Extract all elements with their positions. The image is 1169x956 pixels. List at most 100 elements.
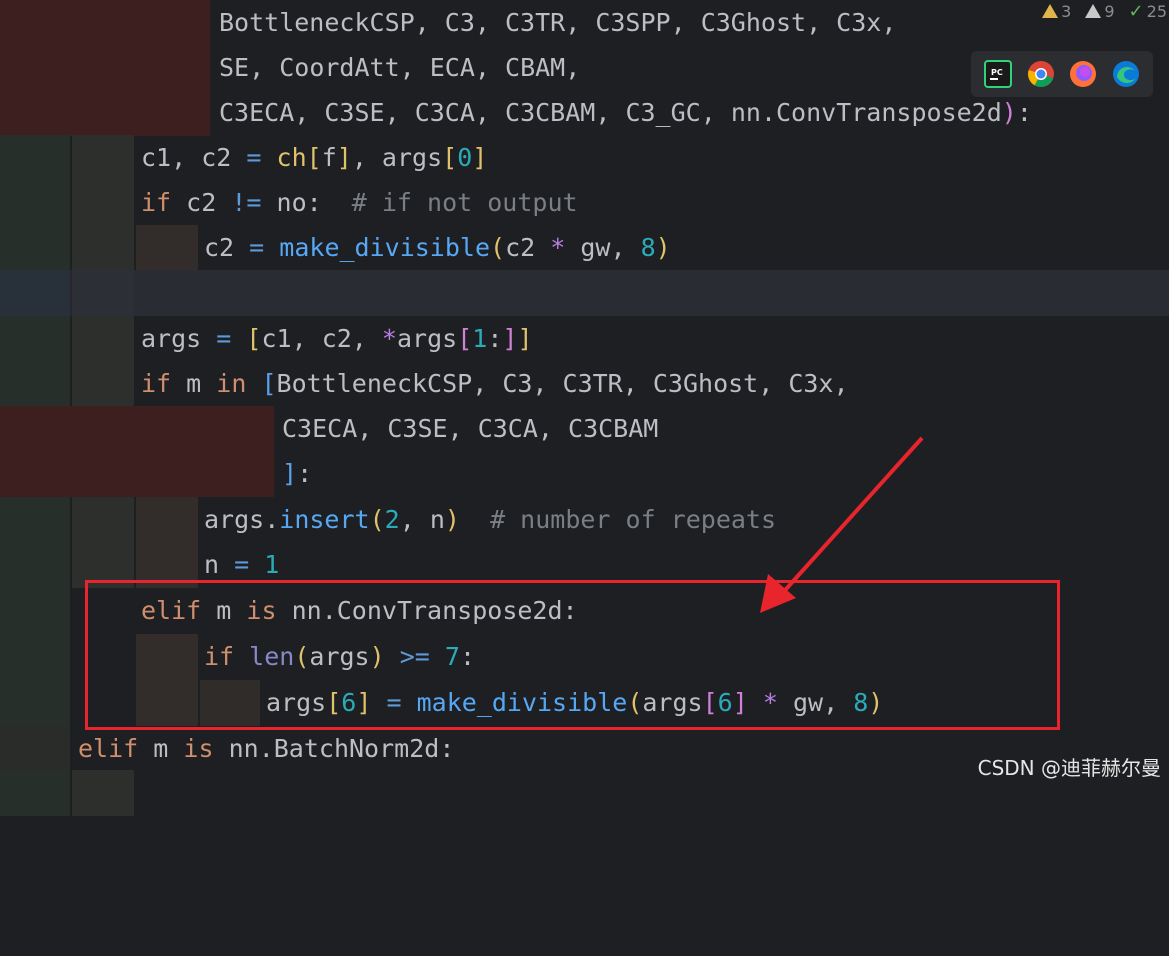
code-token: n xyxy=(429,505,445,534)
code-token: BottleneckCSP xyxy=(219,8,415,37)
code-line-15[interactable]: if len(args) >= 7: xyxy=(0,634,1169,680)
indent-guide xyxy=(0,225,70,271)
code-token: C3 xyxy=(444,8,475,37)
code-token: n xyxy=(204,550,220,579)
code-token: C3Ghost xyxy=(700,8,807,37)
code-token: is xyxy=(183,734,214,763)
code-token: C3CBAM xyxy=(505,98,596,127)
indent-guide xyxy=(0,406,274,452)
code-token: SE xyxy=(219,53,250,82)
code-token: nn xyxy=(291,596,322,625)
indent-guide xyxy=(136,634,198,680)
code-token: c1 xyxy=(141,143,172,172)
code-token: make_divisible xyxy=(416,688,628,717)
code-token: C3 xyxy=(502,369,533,398)
code-token: c2 xyxy=(321,324,352,353)
indent-guide xyxy=(136,497,198,543)
code-token: C3_GC xyxy=(625,98,701,127)
code-token: args xyxy=(381,143,443,172)
indent-guide xyxy=(0,726,70,772)
code-token: no xyxy=(276,188,307,217)
code-editor[interactable]: BottleneckCSP, C3, C3TR, C3SPP, C3Ghost,… xyxy=(0,0,1169,816)
code-token: args xyxy=(396,324,458,353)
code-token: BatchNorm2d xyxy=(273,734,440,763)
code-line-13[interactable]: n = 1 xyxy=(0,542,1169,588)
code-token: insert xyxy=(279,505,370,534)
indent-guide xyxy=(72,180,134,226)
indent-guide xyxy=(0,588,70,634)
code-line-16[interactable]: args[6] = make_divisible(args[6] * gw, 8… xyxy=(0,680,1169,726)
code-token: ConvTranspose2d xyxy=(776,98,1002,127)
browser-preview-toolbar: PC xyxy=(971,51,1153,97)
code-token: 7 xyxy=(444,642,460,671)
code-token: C3ECA xyxy=(282,414,358,443)
code-line-5[interactable]: if c2 != no: # if not output xyxy=(0,180,1169,226)
indent-guide xyxy=(72,135,134,181)
typos-count[interactable]: ✓ 25 xyxy=(1129,1,1167,22)
code-token: C3x xyxy=(788,369,834,398)
code-line-10[interactable]: C3ECA, C3SE, C3CA, C3CBAM xyxy=(0,406,1169,452)
code-token: is xyxy=(246,596,277,625)
code-token: f xyxy=(321,143,337,172)
indent-guide xyxy=(0,542,70,588)
code-line-6[interactable]: c2 = make_divisible(c2 * gw, 8) xyxy=(0,225,1169,271)
code-token: c2 xyxy=(505,233,536,262)
inspection-widget[interactable]: 3 9 ✓ 25 xyxy=(1042,0,1169,22)
chrome-icon[interactable] xyxy=(1027,60,1055,88)
code-token: C3CBAM xyxy=(568,414,659,443)
indent-guide xyxy=(72,361,134,407)
indent-guide xyxy=(136,542,198,588)
code-token: c2 xyxy=(201,143,232,172)
code-token: ConvTranspose2d xyxy=(336,596,563,625)
code-token: len xyxy=(249,642,295,671)
firefox-icon[interactable] xyxy=(1069,60,1097,88)
code-token: C3ECA xyxy=(219,98,295,127)
code-token: c1 xyxy=(261,324,292,353)
code-token: elif xyxy=(78,734,139,763)
code-token: c2 xyxy=(204,233,235,262)
code-token: C3CA xyxy=(414,98,475,127)
warning-icon xyxy=(1042,4,1059,18)
warnings-count[interactable]: 3 xyxy=(1042,2,1071,21)
code-token: CBAM xyxy=(505,53,566,82)
edge-icon[interactable] xyxy=(1112,60,1140,88)
indent-guide xyxy=(0,0,210,46)
watermark: CSDN @迪菲赫尔曼 xyxy=(977,756,1161,780)
code-token: 1 xyxy=(264,550,280,579)
code-token: c2 xyxy=(186,188,217,217)
code-token: BottleneckCSP xyxy=(276,369,473,398)
indent-guide xyxy=(72,270,134,316)
code-token: C3CA xyxy=(477,414,538,443)
code-line-4[interactable]: c1, c2 = ch[f], args[0] xyxy=(0,135,1169,181)
indent-guide xyxy=(0,180,70,226)
code-token: 1 xyxy=(472,324,488,353)
indent-guide xyxy=(0,680,70,726)
svg-text:PC: PC xyxy=(991,68,1003,77)
code-line-12[interactable]: args.insert(2, n) # number of repeats xyxy=(0,497,1169,543)
code-token: if xyxy=(204,642,235,671)
code-line-8[interactable]: args = [c1, c2, *args[1:]] xyxy=(0,316,1169,362)
code-token: args xyxy=(204,505,265,534)
indent-guide xyxy=(0,497,70,543)
code-token: CoordAtt xyxy=(279,53,400,82)
code-token: != xyxy=(231,188,262,217)
code-token: 2 xyxy=(384,505,400,534)
code-token: 0 xyxy=(457,143,473,172)
code-token: >= xyxy=(399,642,430,671)
code-line-9[interactable]: if m in [BottleneckCSP, C3, C3TR, C3Ghos… xyxy=(0,361,1169,407)
indent-guide xyxy=(0,135,70,181)
code-token: elif xyxy=(141,596,202,625)
pycharm-icon[interactable]: PC xyxy=(984,60,1013,88)
code-line-7-current[interactable] xyxy=(0,270,1169,316)
code-line-11[interactable]: ]: xyxy=(0,451,1169,497)
code-line-14[interactable]: elif m is nn.ConvTranspose2d: xyxy=(0,588,1169,634)
code-token: 6 xyxy=(717,688,733,717)
code-token: nn xyxy=(730,98,761,127)
code-line-1[interactable]: BottleneckCSP, C3, C3TR, C3SPP, C3Ghost,… xyxy=(0,0,1169,46)
code-token: nn xyxy=(228,734,259,763)
code-token: gw xyxy=(580,233,611,262)
indent-guide xyxy=(136,680,198,726)
check-icon: ✓ xyxy=(1128,0,1144,22)
indent-guide xyxy=(136,225,198,271)
weak-warnings-count[interactable]: 9 xyxy=(1085,2,1115,21)
